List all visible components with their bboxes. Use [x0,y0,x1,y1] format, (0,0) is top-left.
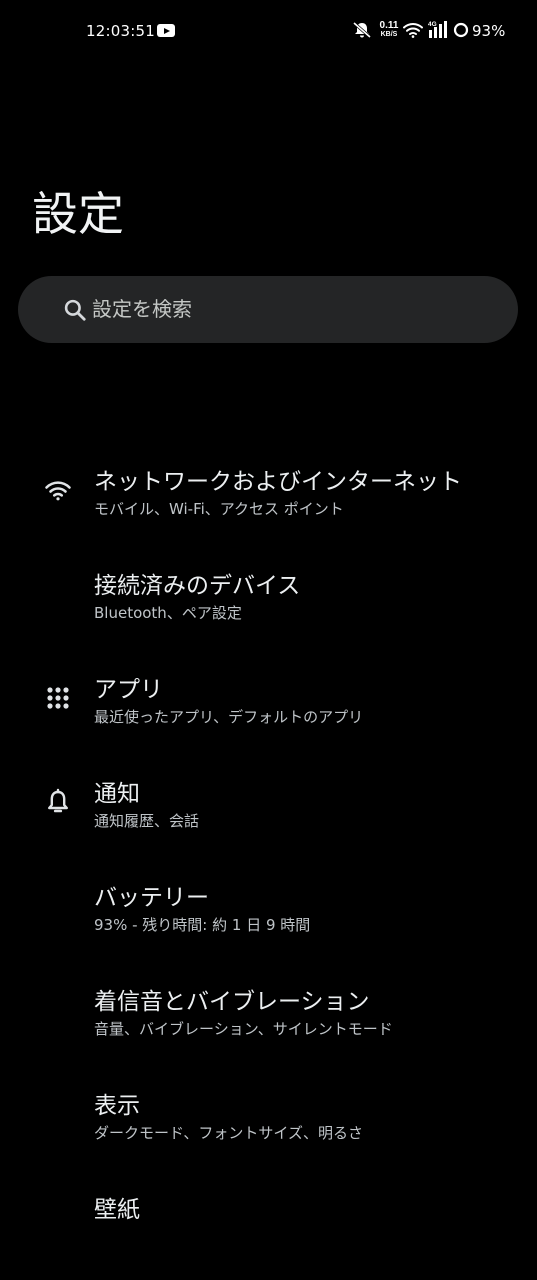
search-bar[interactable]: 設定を検索 [18,276,518,343]
settings-item-wallpaper[interactable]: 壁紙 [0,1176,537,1280]
battery-percentage: 93% [472,22,506,40]
wifi-icon [45,481,71,501]
settings-item-subtitle: 音量、バイブレーション、サイレントモード [94,1020,393,1038]
settings-item-title: 着信音とバイブレーション [94,989,370,1015]
settings-item-connected-devices[interactable]: 接続済みのデバイス Bluetooth、ペア設定 [0,552,537,656]
search-placeholder: 設定を検索 [92,297,192,321]
settings-item-title: 表示 [94,1093,140,1119]
bell-icon [48,788,68,813]
settings-item-subtitle: Bluetooth、ペア設定 [94,604,242,622]
settings-item-title: バッテリー [94,885,209,911]
settings-item-display[interactable]: 表示 ダークモード、フォントサイズ、明るさ [0,1072,537,1176]
settings-item-sound[interactable]: 着信音とバイブレーション 音量、バイブレーション、サイレントモード [0,968,537,1072]
settings-item-apps[interactable]: アプリ 最近使ったアプリ、デフォルトのアプリ [0,656,537,760]
wifi-icon [403,22,423,38]
settings-list: ネットワークおよびインターネット モバイル、Wi-Fi、アクセス ポイント 接続… [0,448,537,1280]
mute-icon [353,21,371,39]
page-title: 設定 [32,187,124,241]
settings-item-subtitle: 最近使ったアプリ、デフォルトのアプリ [94,708,364,726]
network-type: 4G [428,21,437,28]
status-time: 12:03:51 [86,22,155,40]
settings-item-subtitle: ダークモード、フォントサイズ、明るさ [94,1124,363,1142]
network-speed-unit: KB/S [380,31,398,38]
settings-item-subtitle: モバイル、Wi-Fi、アクセス ポイント [94,500,344,518]
settings-item-battery[interactable]: バッテリー 93% - 残り時間: 約 1 日 9 時間 [0,864,537,968]
apps-grid-icon [47,687,69,709]
battery-icon [453,22,469,38]
network-speed: 0.11 KB/S [378,21,400,39]
settings-item-notifications[interactable]: 通知 通知履歴、会話 [0,760,537,864]
settings-item-title: アプリ [94,677,163,703]
settings-item-network[interactable]: ネットワークおよびインターネット モバイル、Wi-Fi、アクセス ポイント [0,448,537,552]
youtube-icon [157,24,175,37]
status-bar: 12:03:51 0.11 KB/S 4G 93% [0,0,537,62]
settings-item-title: 通知 [94,781,140,807]
settings-item-subtitle: 93% - 残り時間: 約 1 日 9 時間 [94,916,311,934]
search-icon [64,299,86,321]
network-speed-value: 0.11 [379,20,399,31]
settings-item-subtitle: 通知履歴、会話 [94,812,200,830]
settings-item-title: ネットワークおよびインターネット [94,469,462,495]
settings-item-title: 接続済みのデバイス [94,573,301,599]
signal-icon: 4G [428,21,447,38]
